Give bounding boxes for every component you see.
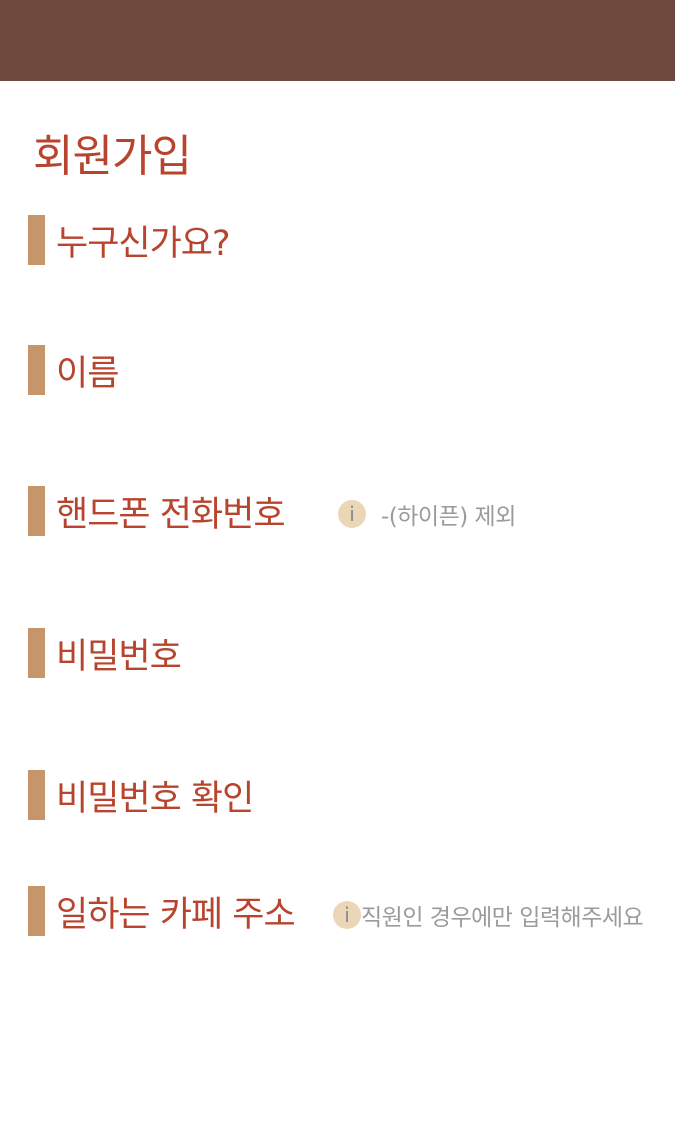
section-marker: [28, 770, 45, 820]
section-name: 이름: [28, 345, 119, 395]
section-who: 누구신가요?: [28, 215, 231, 265]
section-label-who: 누구신가요?: [56, 223, 231, 264]
phone-hint-text: -(하이픈) 제외: [381, 504, 516, 530]
header-bar: [0, 0, 675, 81]
section-label-cafe-address: 일하는 카페 주소: [56, 894, 296, 935]
section-label-phone: 핸드폰 전화번호: [56, 494, 286, 535]
cafe-address-hint: i 직원인 경우에만 입력해주세요: [333, 898, 644, 932]
section-marker: [28, 886, 45, 936]
section-marker: [28, 345, 45, 395]
section-cafe-address: 일하는 카페 주소: [28, 886, 296, 936]
phone-hint: i -(하이픈) 제외: [338, 497, 516, 531]
info-icon: i: [333, 901, 361, 929]
section-label-password: 비밀번호: [56, 636, 182, 677]
page-title: 회원가입: [33, 131, 192, 182]
cafe-address-hint-text: 직원인 경우에만 입력해주세요: [361, 905, 644, 931]
section-marker: [28, 628, 45, 678]
section-label-name: 이름: [56, 353, 119, 394]
section-label-password-confirm: 비밀번호 확인: [56, 778, 254, 819]
section-phone: 핸드폰 전화번호: [28, 486, 286, 536]
section-marker: [28, 486, 45, 536]
info-icon: i: [338, 500, 366, 528]
section-marker: [28, 215, 45, 265]
section-password-confirm: 비밀번호 확인: [28, 770, 254, 820]
section-password: 비밀번호: [28, 628, 182, 678]
